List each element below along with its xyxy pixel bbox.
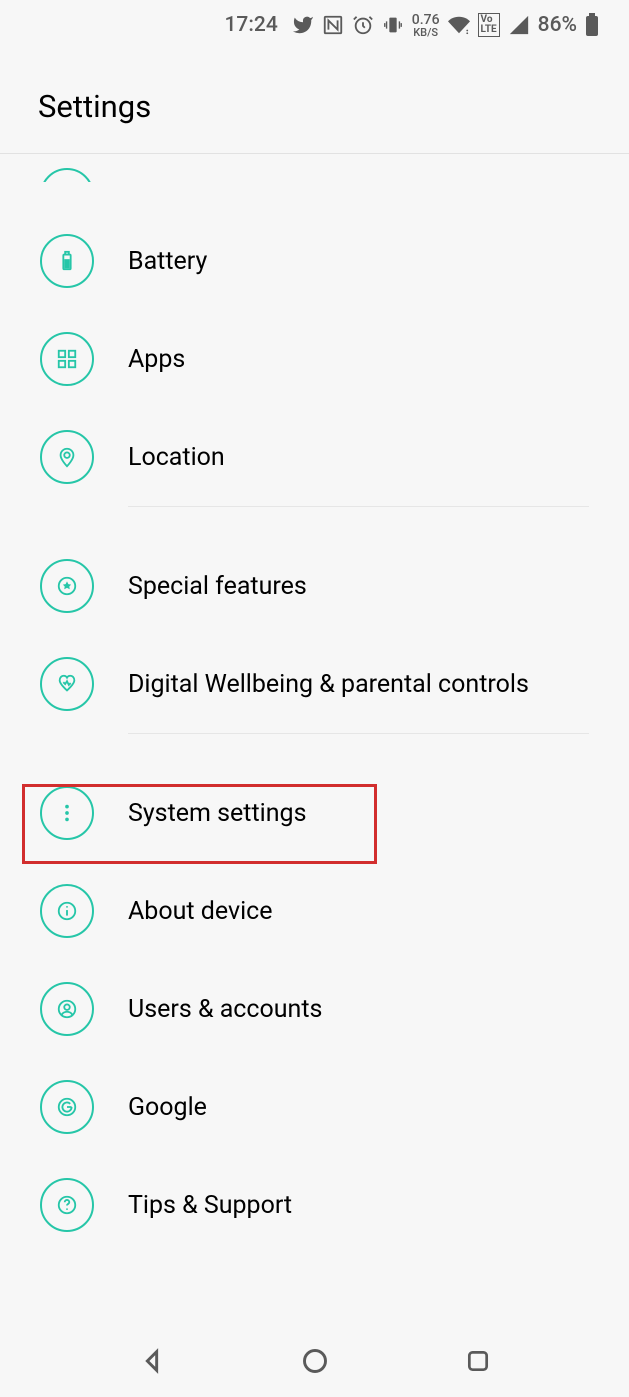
nav-recents[interactable] <box>465 1348 491 1374</box>
list-item-users-accounts[interactable]: Users & accounts <box>0 960 629 1058</box>
star-icon <box>40 559 94 613</box>
list-item-label: Battery <box>128 247 207 276</box>
list-item-about-device[interactable]: About device <box>0 862 629 960</box>
page-title: Settings <box>0 50 629 154</box>
google-icon <box>40 1080 94 1134</box>
list-item-label: System settings <box>128 799 306 828</box>
nav-home[interactable] <box>301 1347 329 1375</box>
heart-icon <box>40 657 94 711</box>
list-item-label: Location <box>128 443 225 472</box>
list-item-tips-support[interactable]: Tips & Support <box>0 1156 629 1254</box>
list-item-special-features[interactable]: Special features <box>0 537 629 635</box>
wifi-icon <box>448 14 470 36</box>
network-speed: 0.76KB/S <box>412 13 440 38</box>
list-item-apps[interactable]: Apps <box>0 310 629 408</box>
list-item-battery[interactable]: Battery <box>0 212 629 310</box>
list-item-label: Special features <box>128 572 307 601</box>
vibrate-icon <box>382 14 404 36</box>
list-item-system-settings[interactable]: System settings <box>0 764 629 862</box>
list-item-label: Users & accounts <box>128 995 322 1024</box>
help-icon <box>40 1178 94 1232</box>
signal-icon <box>508 14 530 36</box>
list-item-location[interactable]: Location <box>0 408 629 506</box>
status-time: 17:24 <box>224 13 277 37</box>
volte-badge: VoLTE <box>478 13 500 37</box>
list-item-digital-wellbeing[interactable]: Digital Wellbeing & parental controls <box>0 635 629 733</box>
partial-icon <box>40 168 94 182</box>
navigation-bar <box>0 1325 629 1397</box>
battery-percent: 86% <box>538 13 577 37</box>
list-item-label: Digital Wellbeing & parental controls <box>128 670 529 699</box>
battery-icon <box>585 13 599 37</box>
info-icon <box>40 884 94 938</box>
nfc-icon <box>322 14 344 36</box>
more-vertical-icon <box>40 786 94 840</box>
status-bar: 17:24 0.76KB/S VoLTE 86% <box>0 0 629 50</box>
settings-list: Battery Apps Location Special features D… <box>0 154 629 1254</box>
user-icon <box>40 982 94 1036</box>
location-icon <box>40 430 94 484</box>
twitter-icon <box>292 14 314 36</box>
list-item-label: Tips & Support <box>128 1191 292 1220</box>
list-item-label: About device <box>128 897 273 926</box>
list-item-label: Apps <box>128 345 185 374</box>
nav-back[interactable] <box>138 1347 166 1375</box>
battery-icon <box>40 234 94 288</box>
apps-icon <box>40 332 94 386</box>
list-item-google[interactable]: Google <box>0 1058 629 1156</box>
list-item-partial[interactable] <box>0 154 629 182</box>
list-item-label: Google <box>128 1093 207 1122</box>
alarm-icon <box>352 14 374 36</box>
